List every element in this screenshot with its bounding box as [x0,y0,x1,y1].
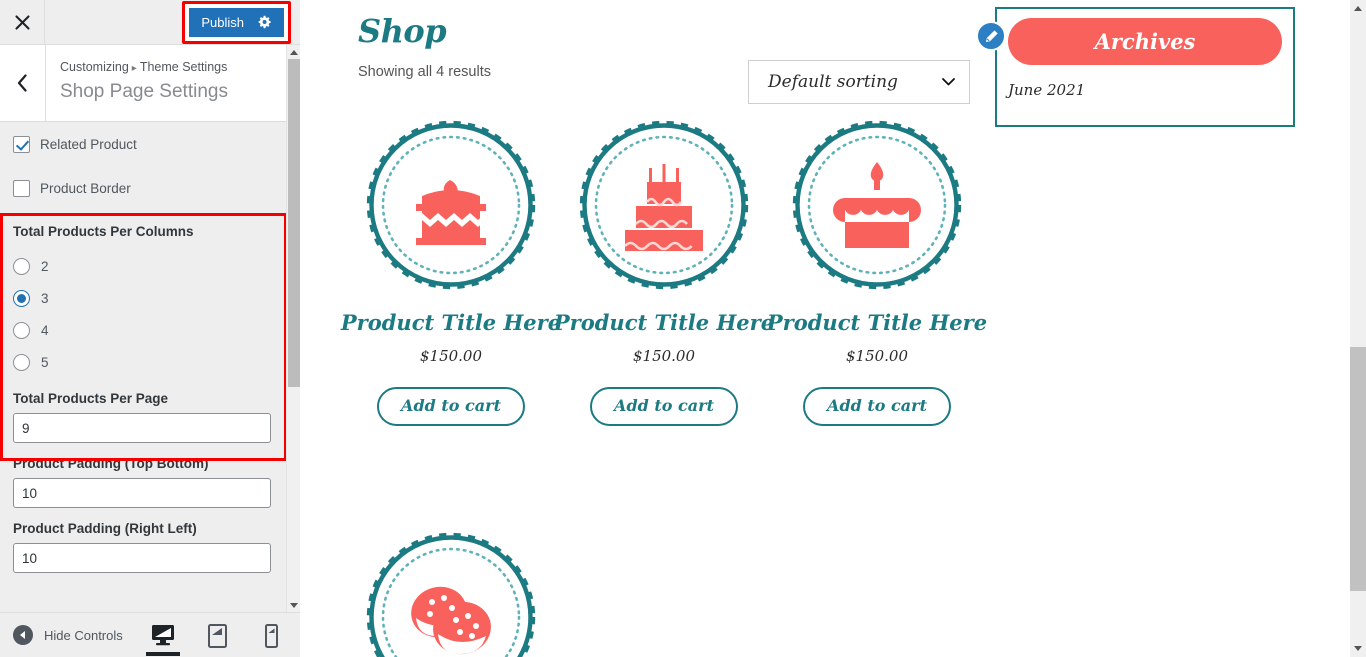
cookies-icon [411,586,491,655]
columns-group-title: Total Products Per Columns [13,224,194,239]
product-image [364,118,538,292]
scroll-down-arrow[interactable] [1350,640,1366,657]
radio-label: 2 [41,258,49,274]
product-title: Product Title Here [766,310,988,335]
back-button[interactable] [0,45,46,121]
product-image [790,118,964,292]
publish-annotation-box: Publish [182,0,291,44]
scallop-ring [579,120,749,290]
customizer-controls-list: Related Product Product Border Total Pro… [0,122,286,612]
field-label-products-per-page: Total Products Per Page [13,391,169,406]
products-per-page-input[interactable] [13,413,271,443]
product-card[interactable]: Product Title Here $150.00 Add to cart [321,530,581,657]
sidebar-scrollbar[interactable] [286,45,300,612]
radio-unselected-icon[interactable] [13,257,30,275]
close-x-icon [14,14,30,30]
chevron-left-icon [17,74,27,92]
customizer-panel-header: Customizing ▸ Theme Settings Shop Page Set… [0,45,286,122]
hide-controls-label: Hide Controls [44,627,123,643]
add-to-cart-button[interactable]: Add to cart [590,387,738,426]
scroll-up-arrow[interactable] [1350,0,1366,17]
checkbox-related-product[interactable]: Related Product [13,122,273,166]
product-card[interactable]: Product Title Here $150.00 Add to cart [747,118,1007,426]
archives-widget: Archives June 2021 [976,7,1295,127]
product-price: $150.00 [845,347,909,366]
archives-widget-header: Archives [1008,18,1282,65]
checkbox-product-border[interactable]: Product Border [13,166,273,210]
gear-icon [258,15,271,29]
padding-top-bottom-input[interactable] [13,478,271,508]
tablet-icon [207,624,227,648]
customizer-footer: Hide Controls [0,612,300,657]
customizer-topbar: Publish [0,0,300,45]
checkbox-label: Related Product [40,136,137,152]
columns-radio-group: Total Products Per Columns 2 3 4 5 Total… [0,210,286,573]
customizer-sidebar: Publish Customizing ▸ Theme Settings Shop … [0,0,300,657]
scroll-down-arrow[interactable] [287,598,301,612]
result-count: Showing all 4 results [358,64,491,80]
product-image [364,530,538,657]
device-mobile-button[interactable] [254,615,288,655]
device-tablet-button[interactable] [200,615,234,655]
preview-scrollbar[interactable] [1350,0,1366,657]
radio-label: 3 [41,290,49,306]
breadcrumb: Customizing ▸ Theme Settings [60,58,274,77]
pencil-edit-icon [985,29,998,42]
archives-list-item[interactable]: June 2021 [1008,81,1293,99]
radio-columns-2[interactable]: 2 [13,250,273,282]
device-desktop-button[interactable] [146,615,180,656]
radio-unselected-icon[interactable] [13,353,30,371]
product-image [577,118,751,292]
dotted-ring [594,135,734,275]
publish-button[interactable]: Publish [189,7,284,37]
field-label-padding-right-left: Product Padding (Right Left) [13,521,197,536]
publish-button-label: Publish [201,14,244,30]
hide-controls-button[interactable]: Hide Controls [0,625,123,645]
field-label-padding-top-bottom: Product Padding (Top Bottom) [13,456,209,471]
chevron-down-icon [942,78,955,86]
checkbox-label: Product Border [40,180,131,196]
page-title: Shop [358,12,447,50]
radio-columns-5[interactable]: 5 [13,346,273,378]
widget-edit-button[interactable] [976,21,1006,51]
add-to-cart-button[interactable]: Add to cart [377,387,525,426]
cake-slice-icon [416,180,486,245]
padding-right-left-input[interactable] [13,543,271,573]
checkbox-checked-icon[interactable] [13,135,30,153]
radio-columns-3[interactable]: 3 [13,282,273,314]
scrollbar-thumb[interactable] [288,59,300,387]
radio-label: 4 [41,322,49,338]
breadcrumb-separator-icon: ▸ [131,63,137,74]
radio-unselected-icon[interactable] [13,321,30,339]
scroll-up-arrow[interactable] [287,45,301,59]
mobile-icon [264,624,278,648]
theme-preview-pane: Shop Showing all 4 results Default sorti… [301,0,1350,657]
radio-label: 5 [41,354,49,370]
candle-cake-icon [833,162,921,248]
tiered-cake-icon [624,164,703,251]
radio-selected-icon[interactable] [13,289,30,307]
desktop-icon [152,625,174,646]
collapse-arrow-icon [13,625,33,645]
archives-widget-title: Archives [1094,29,1196,54]
sorting-select-value: Default sorting [768,72,898,92]
add-to-cart-button[interactable]: Add to cart [803,387,951,426]
scrollbar-thumb[interactable] [1350,347,1366,591]
customizer-screen: Shop Showing all 4 results Default sorti… [0,0,1366,657]
radio-columns-4[interactable]: 4 [13,314,273,346]
checkbox-unchecked-icon[interactable] [13,179,30,197]
breadcrumb-parent[interactable]: Theme Settings [140,60,228,74]
panel-title: Shop Page Settings [60,80,228,102]
close-customizer-button[interactable] [0,0,45,44]
device-preview-switcher [146,615,300,656]
breadcrumb-root[interactable]: Customizing [60,60,129,74]
sorting-select[interactable]: Default sorting [748,60,970,104]
